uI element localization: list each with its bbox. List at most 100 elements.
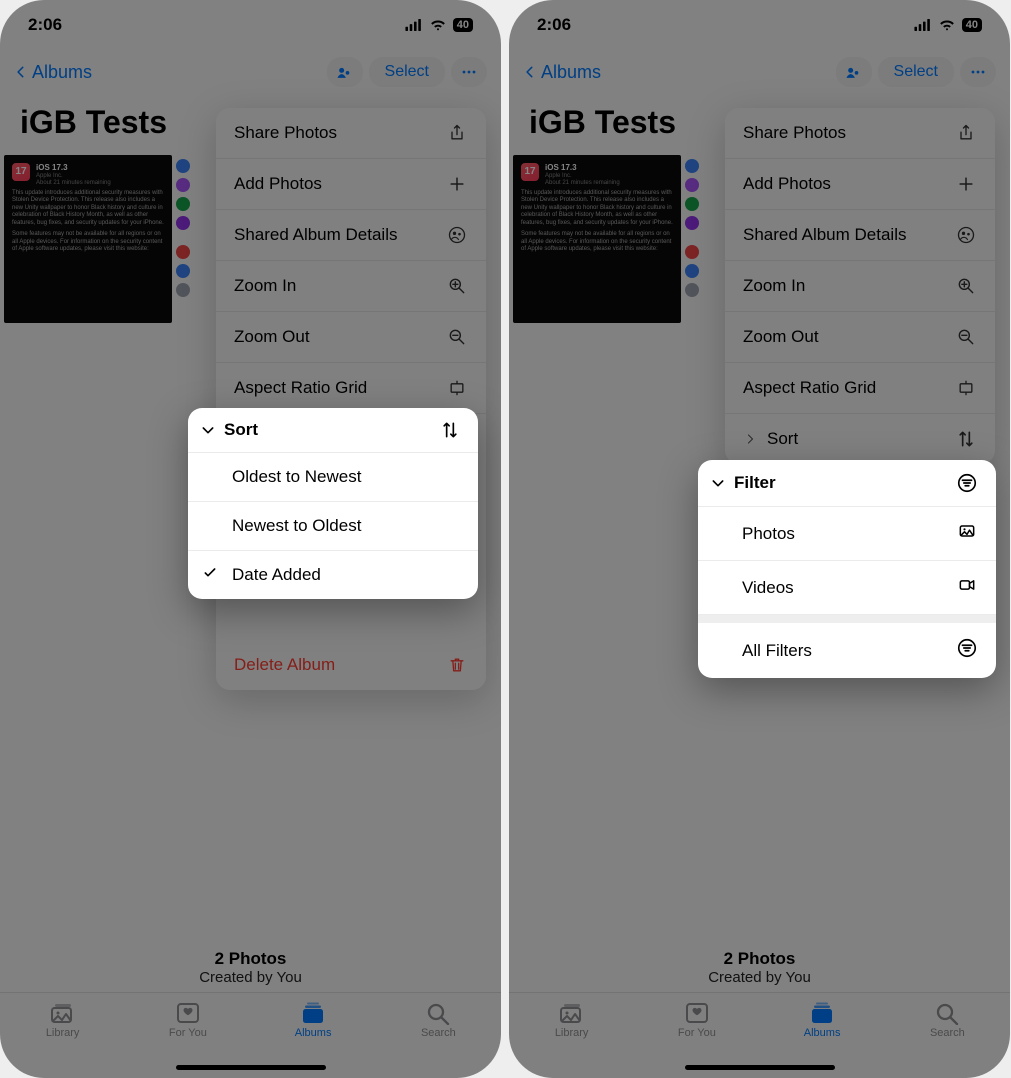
dot-icon bbox=[685, 216, 699, 230]
filter-lines-icon bbox=[956, 472, 978, 494]
sort-header[interactable]: Sort bbox=[188, 408, 478, 453]
more-button[interactable] bbox=[451, 57, 487, 87]
menu-add-photos[interactable]: Add Photos bbox=[725, 159, 995, 210]
menu-delete-album[interactable]: Delete Album bbox=[216, 640, 486, 690]
footer-summary: 2 Photos Created by You bbox=[509, 949, 1010, 986]
app-icon: 17 bbox=[12, 163, 30, 181]
home-indicator[interactable] bbox=[176, 1065, 326, 1070]
menu-zoom-out[interactable]: Zoom Out bbox=[725, 312, 995, 363]
share-icon bbox=[955, 122, 977, 144]
chevron-down-icon bbox=[710, 475, 726, 491]
chevron-left-icon bbox=[14, 61, 28, 83]
ellipsis-icon bbox=[968, 62, 988, 82]
cellular-icon bbox=[914, 19, 932, 31]
shared-library-button[interactable] bbox=[836, 57, 872, 87]
sort-date-added[interactable]: Date Added bbox=[188, 551, 478, 599]
menu-shared-album-details[interactable]: Shared Album Details bbox=[725, 210, 995, 261]
sort-popup: Sort Oldest to Newest Newest to Oldest D… bbox=[188, 408, 478, 599]
wifi-icon bbox=[938, 19, 956, 31]
screen-left: 2:06 40 Albums Select iGB Tests 17 iOS 1… bbox=[0, 0, 501, 1078]
photo-thumbnail-partial[interactable] bbox=[685, 155, 703, 323]
dot-icon bbox=[176, 283, 190, 297]
tab-search[interactable]: Search bbox=[376, 993, 501, 1078]
back-label: Albums bbox=[32, 62, 92, 83]
search-icon bbox=[933, 1001, 961, 1025]
dot-icon bbox=[176, 216, 190, 230]
photo-thumbnail[interactable]: 17 iOS 17.3 Apple Inc. About 21 minutes … bbox=[513, 155, 681, 323]
photo-icon bbox=[956, 521, 978, 546]
divider bbox=[698, 615, 996, 623]
video-icon bbox=[956, 575, 978, 600]
filter-popup: Filter Photos Videos All Filters bbox=[698, 460, 996, 678]
dot-icon bbox=[176, 264, 190, 278]
footer-summary: 2 Photos Created by You bbox=[0, 949, 501, 986]
dot-icon bbox=[685, 197, 699, 211]
filter-videos[interactable]: Videos bbox=[698, 561, 996, 615]
filter-header[interactable]: Filter bbox=[698, 460, 996, 507]
filter-all-filters[interactable]: All Filters bbox=[698, 623, 996, 678]
check-icon bbox=[202, 565, 218, 586]
status-bar: 2:06 40 bbox=[509, 0, 1010, 50]
select-button[interactable]: Select bbox=[369, 57, 445, 87]
more-button[interactable] bbox=[960, 57, 996, 87]
search-icon bbox=[424, 1001, 452, 1025]
dot-icon bbox=[176, 197, 190, 211]
menu-share-photos[interactable]: Share Photos bbox=[725, 108, 995, 159]
share-icon bbox=[446, 122, 468, 144]
sort-arrows-icon bbox=[955, 428, 977, 450]
back-button[interactable]: Albums bbox=[14, 61, 92, 83]
status-time: 2:06 bbox=[28, 15, 62, 35]
wifi-icon bbox=[429, 19, 447, 31]
menu-shared-album-details[interactable]: Shared Album Details bbox=[216, 210, 486, 261]
tab-search[interactable]: Search bbox=[885, 993, 1010, 1078]
albums-icon bbox=[299, 1001, 327, 1025]
menu-share-photos[interactable]: Share Photos bbox=[216, 108, 486, 159]
photo-thumbnail[interactable]: 17 iOS 17.3 Apple Inc. About 21 minutes … bbox=[4, 155, 172, 323]
tab-library[interactable]: Library bbox=[509, 993, 634, 1078]
chevron-left-icon bbox=[523, 61, 537, 83]
dot-icon bbox=[176, 178, 190, 192]
dot-icon bbox=[176, 245, 190, 259]
sort-arrows-icon bbox=[440, 420, 460, 440]
select-button[interactable]: Select bbox=[878, 57, 954, 87]
photo-thumbnail-partial[interactable] bbox=[176, 155, 194, 323]
filter-photos[interactable]: Photos bbox=[698, 507, 996, 561]
battery-badge: 40 bbox=[962, 18, 982, 32]
screen-right: 2:06 40 Albums Select iGB Tests 17 iOS 1… bbox=[509, 0, 1010, 1078]
status-time: 2:06 bbox=[537, 15, 571, 35]
dot-icon bbox=[685, 159, 699, 173]
aspect-grid-icon bbox=[955, 377, 977, 399]
ellipsis-icon bbox=[459, 62, 479, 82]
plus-icon bbox=[955, 173, 977, 195]
trash-icon bbox=[446, 654, 468, 676]
home-indicator[interactable] bbox=[685, 1065, 835, 1070]
plus-icon bbox=[446, 173, 468, 195]
menu-aspect-ratio-grid[interactable]: Aspect Ratio Grid bbox=[216, 363, 486, 414]
library-icon bbox=[49, 1001, 77, 1025]
tab-library[interactable]: Library bbox=[0, 993, 125, 1078]
library-icon bbox=[558, 1001, 586, 1025]
menu-zoom-in[interactable]: Zoom In bbox=[725, 261, 995, 312]
menu-zoom-out[interactable]: Zoom Out bbox=[216, 312, 486, 363]
cellular-icon bbox=[405, 19, 423, 31]
people-circle-icon bbox=[446, 224, 468, 246]
zoom-in-icon bbox=[955, 275, 977, 297]
dot-icon bbox=[685, 178, 699, 192]
nav-bar: Albums Select bbox=[0, 50, 501, 94]
zoom-out-icon bbox=[955, 326, 977, 348]
zoom-in-icon bbox=[446, 275, 468, 297]
albums-icon bbox=[808, 1001, 836, 1025]
nav-bar: Albums Select bbox=[509, 50, 1010, 94]
sort-oldest-to-newest[interactable]: Oldest to Newest bbox=[188, 453, 478, 502]
menu-add-photos[interactable]: Add Photos bbox=[216, 159, 486, 210]
shared-library-button[interactable] bbox=[327, 57, 363, 87]
sort-newest-to-oldest[interactable]: Newest to Oldest bbox=[188, 502, 478, 551]
menu-aspect-ratio-grid[interactable]: Aspect Ratio Grid bbox=[725, 363, 995, 414]
menu-sort[interactable]: Sort bbox=[725, 414, 995, 464]
back-label: Albums bbox=[541, 62, 601, 83]
menu-zoom-in[interactable]: Zoom In bbox=[216, 261, 486, 312]
for-you-icon bbox=[683, 1001, 711, 1025]
people-icon bbox=[843, 62, 865, 82]
back-button[interactable]: Albums bbox=[523, 61, 601, 83]
dot-icon bbox=[685, 264, 699, 278]
